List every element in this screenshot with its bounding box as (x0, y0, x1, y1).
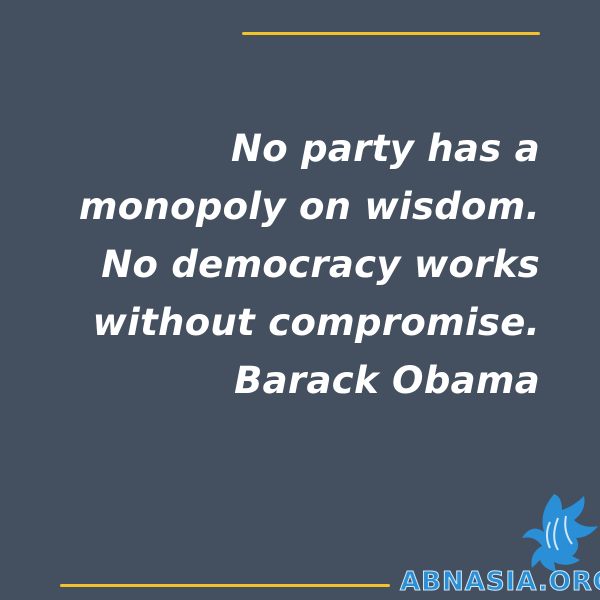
quote-line-2: monopoly on wisdom. (78, 185, 540, 228)
quote-line-3: No democracy works (101, 243, 540, 286)
site-wordmark: ABNASIA.ORG (400, 567, 600, 598)
quote-line-1: No party has a (230, 127, 540, 170)
quote-block: No party has a monopoly on wisdom. No de… (40, 120, 540, 410)
quote-line-4: without compromise. (92, 301, 540, 344)
quote-author: Barack Obama (234, 359, 540, 402)
top-accent-rule (242, 32, 540, 35)
bottom-accent-rule (60, 584, 390, 587)
